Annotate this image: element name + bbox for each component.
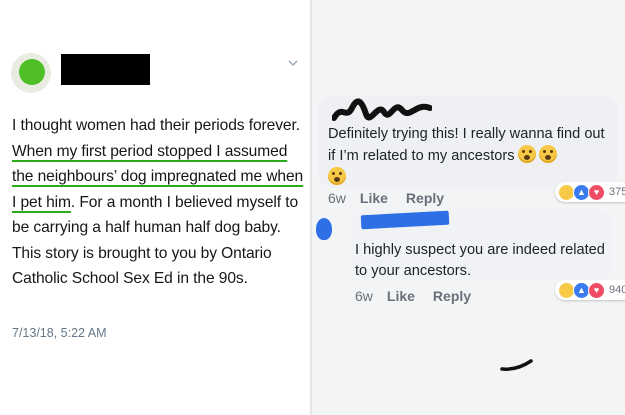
shocked-face-icon <box>517 145 536 163</box>
like-button[interactable]: Like <box>387 288 415 304</box>
comment-text-content: Definitely trying this! I really wanna f… <box>328 126 605 164</box>
comment-text: Definitely trying this! I really wanna f… <box>328 124 614 189</box>
reaction-summary[interactable]: ▲ ♥ 940 <box>555 280 625 300</box>
comment-time: 6w <box>328 190 346 206</box>
reply-button[interactable]: Reply <box>433 288 471 304</box>
tweet-text: I thought women had their periods foreve… <box>12 113 307 292</box>
avatar[interactable] <box>11 53 51 93</box>
tweet-timestamp: 7/13/18, 5:22 AM <box>12 326 107 340</box>
comment-thread: Definitely trying this! I really wanna f… <box>312 0 625 415</box>
reply-actions: 6w Like Reply <box>355 288 489 304</box>
like-button[interactable]: Like <box>360 190 388 206</box>
love-reaction-icon: ♥ <box>588 281 605 299</box>
tweet-card: I thought women had their periods foreve… <box>0 0 310 415</box>
reply-avatar[interactable] <box>316 218 332 240</box>
redacted-username <box>61 54 150 85</box>
redacted-name-scribble <box>332 98 432 121</box>
shocked-face-icon <box>538 145 557 163</box>
reaction-count: 375 <box>609 186 625 198</box>
reaction-count: 940 <box>609 284 625 296</box>
tweet-text-start: I thought women had their periods foreve… <box>12 117 300 134</box>
avatar-blob <box>19 59 45 85</box>
chevron-down-icon[interactable] <box>286 56 300 70</box>
reply-text: I highly suspect you are indeed related … <box>355 242 605 279</box>
shocked-face-icon <box>328 167 346 185</box>
comment-actions: 6w Like Reply <box>328 190 462 206</box>
love-reaction-icon: ♥ <box>588 183 605 201</box>
reaction-summary[interactable]: ▲ ♥ 375 <box>555 182 625 202</box>
reply-time: 6w <box>355 288 373 304</box>
reply-button[interactable]: Reply <box>406 190 444 206</box>
stray-pen-mark <box>500 359 533 371</box>
